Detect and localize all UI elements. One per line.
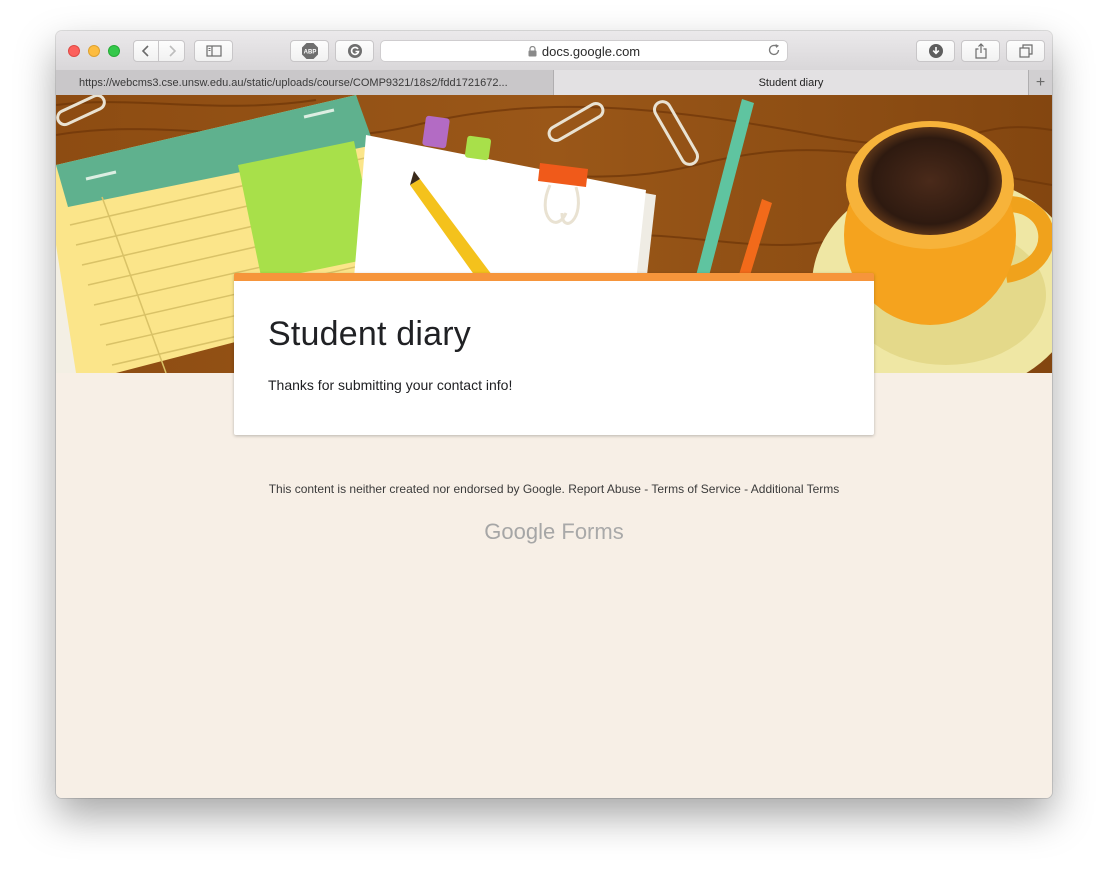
tabs-icon xyxy=(1018,44,1033,58)
grammarly-icon xyxy=(347,44,362,58)
reload-icon xyxy=(768,44,780,56)
browser-toolbar: ABP docs.google.com xyxy=(56,31,1052,71)
tab-webcms[interactable]: https://webcms3.cse.unsw.edu.au/static/u… xyxy=(56,70,554,95)
form-title: Student diary xyxy=(268,315,471,353)
share-icon xyxy=(974,43,987,59)
chevron-right-icon xyxy=(168,45,176,57)
download-button[interactable] xyxy=(916,40,955,62)
sidebar-icon xyxy=(205,45,222,57)
extension-button[interactable] xyxy=(335,40,374,62)
browser-window: ABP docs.google.com https://webcms3.cse.… xyxy=(56,31,1052,798)
tabs-overview-button[interactable] xyxy=(1006,40,1045,62)
additional-terms-link[interactable]: Additional Terms xyxy=(751,482,840,496)
logo-forms-text: Forms xyxy=(561,519,624,544)
new-tab-button[interactable]: + xyxy=(1028,70,1052,95)
window-minimize-button[interactable] xyxy=(88,45,100,57)
terms-of-service-link[interactable]: Terms of Service xyxy=(651,482,740,496)
footer-disclaimer: This content is neither created nor endo… xyxy=(268,482,565,496)
reload-button[interactable] xyxy=(767,43,781,60)
footer: This content is neither created nor endo… xyxy=(56,482,1052,496)
sidebar-button[interactable] xyxy=(194,40,233,62)
logo-google-text: Google xyxy=(484,519,556,544)
back-button[interactable] xyxy=(133,40,159,62)
window-maximize-button[interactable] xyxy=(108,45,120,57)
window-close-button[interactable] xyxy=(68,45,80,57)
confirmation-message: Thanks for submitting your contact info! xyxy=(268,377,513,393)
download-icon xyxy=(928,44,943,58)
footer-separator: - xyxy=(644,482,649,496)
tab-bar: https://webcms3.cse.unsw.edu.au/static/u… xyxy=(56,70,1052,96)
adblock-button[interactable]: ABP xyxy=(290,40,329,62)
tab-title: Student diary xyxy=(758,76,824,89)
report-abuse-link[interactable]: Report Abuse xyxy=(568,482,641,496)
abp-label: ABP xyxy=(303,50,316,56)
form-card: Student diary Thanks for submitting your… xyxy=(234,273,874,435)
footer-separator: - xyxy=(744,482,749,496)
google-forms-logo[interactable]: Google Forms xyxy=(56,519,1052,545)
share-button[interactable] xyxy=(961,40,1000,62)
plus-icon: + xyxy=(1035,73,1046,91)
chevron-left-icon xyxy=(141,45,149,57)
forward-button[interactable] xyxy=(159,40,185,62)
page-content: Student diary Thanks for submitting your… xyxy=(56,95,1052,798)
navigation-buttons xyxy=(133,40,185,62)
abp-icon: ABP xyxy=(301,43,318,59)
address-text: docs.google.com xyxy=(541,43,641,59)
tab-student-diary[interactable]: Student diary xyxy=(554,70,1028,95)
tab-title: https://webcms3.cse.unsw.edu.au/static/u… xyxy=(79,76,508,89)
address-bar[interactable]: docs.google.com xyxy=(380,40,788,62)
lock-icon xyxy=(528,45,537,56)
